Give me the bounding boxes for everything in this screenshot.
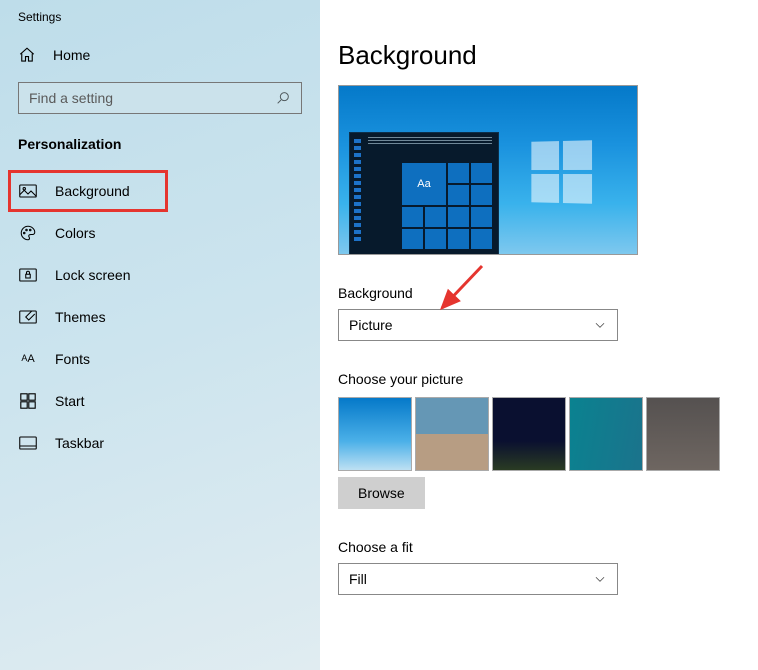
- settings-window: Settings Home Personalization Bac: [0, 0, 758, 670]
- themes-icon: [18, 310, 38, 324]
- home-icon: [18, 46, 36, 64]
- search-input-container[interactable]: [18, 82, 302, 114]
- nav-item-start[interactable]: Start: [0, 380, 320, 422]
- search-input[interactable]: [19, 90, 301, 106]
- palette-icon: [18, 224, 38, 242]
- picture-thumb[interactable]: [338, 397, 412, 471]
- nav-item-lock-screen[interactable]: Lock screen: [0, 254, 320, 296]
- desktop-mock: Aa: [349, 132, 499, 255]
- nav-item-colors[interactable]: Colors: [0, 212, 320, 254]
- nav-label: Taskbar: [55, 435, 104, 451]
- preview-sample-tile: Aa: [402, 163, 446, 205]
- fit-select[interactable]: Fill: [338, 563, 618, 595]
- home-nav[interactable]: Home: [0, 34, 320, 76]
- page-title: Background: [338, 40, 758, 71]
- chevron-down-icon: [593, 572, 607, 586]
- select-value: Picture: [349, 317, 393, 333]
- choose-fit-label: Choose a fit: [338, 539, 758, 555]
- main-content: Background Aa Background Picture Choose: [320, 0, 758, 670]
- choose-picture-label: Choose your picture: [338, 371, 758, 387]
- nav-item-themes[interactable]: Themes: [0, 296, 320, 338]
- taskbar-icon: [18, 436, 38, 450]
- nav-item-taskbar[interactable]: Taskbar: [0, 422, 320, 464]
- picture-thumb[interactable]: [569, 397, 643, 471]
- nav-label: Lock screen: [55, 267, 130, 283]
- nav-item-fonts[interactable]: AA Fonts: [0, 338, 320, 380]
- sidebar: Settings Home Personalization Bac: [0, 0, 320, 670]
- nav-label: Themes: [55, 309, 106, 325]
- browse-button[interactable]: Browse: [338, 477, 425, 509]
- nav-label: Background: [55, 183, 130, 199]
- window-title: Settings: [0, 10, 320, 34]
- section-header: Personalization: [0, 114, 320, 160]
- home-label: Home: [53, 47, 90, 63]
- start-icon: [18, 393, 38, 409]
- chevron-down-icon: [593, 318, 607, 332]
- background-type-select[interactable]: Picture: [338, 309, 618, 341]
- nav-label: Fonts: [55, 351, 90, 367]
- picture-thumb[interactable]: [492, 397, 566, 471]
- picture-icon: [18, 184, 38, 198]
- picture-thumb[interactable]: [646, 397, 720, 471]
- background-field-label: Background: [338, 285, 758, 301]
- windows-logo-icon: [531, 140, 592, 203]
- picture-thumb[interactable]: [415, 397, 489, 471]
- picture-thumbnails: [338, 397, 758, 471]
- fonts-icon: AA: [18, 353, 38, 365]
- nav-item-background[interactable]: Background: [0, 170, 320, 212]
- nav-label: Colors: [55, 225, 95, 241]
- lock-screen-icon: [18, 268, 38, 282]
- nav-label: Start: [55, 393, 85, 409]
- search-icon: [275, 90, 291, 106]
- select-value: Fill: [349, 571, 367, 587]
- background-preview: Aa: [338, 85, 638, 255]
